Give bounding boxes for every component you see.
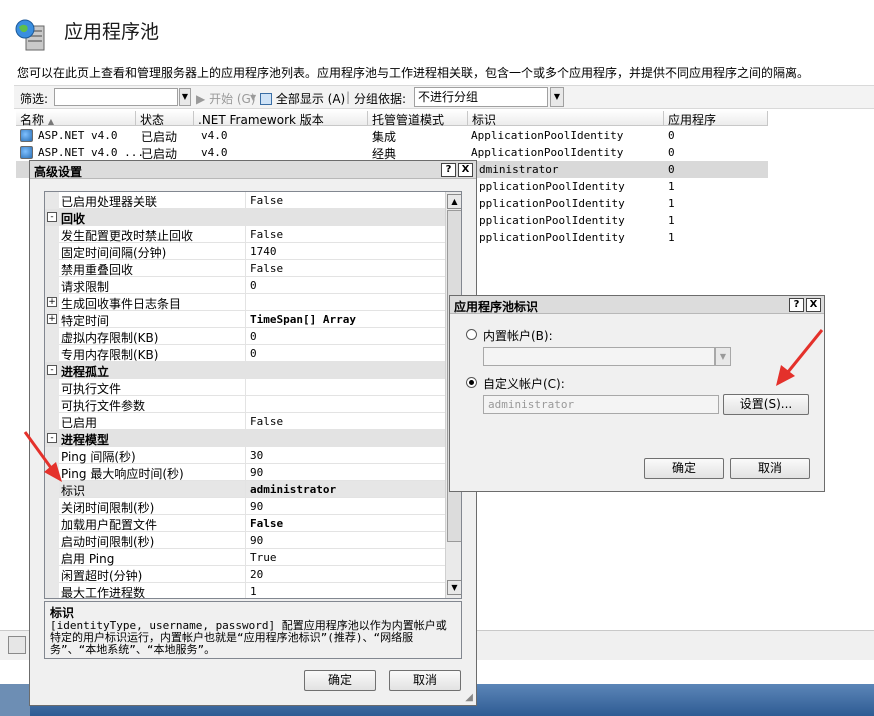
arrow-to-set-button bbox=[776, 329, 824, 386]
annotation-arrows bbox=[23, 329, 824, 482]
arrow-to-identity-row bbox=[23, 431, 62, 482]
